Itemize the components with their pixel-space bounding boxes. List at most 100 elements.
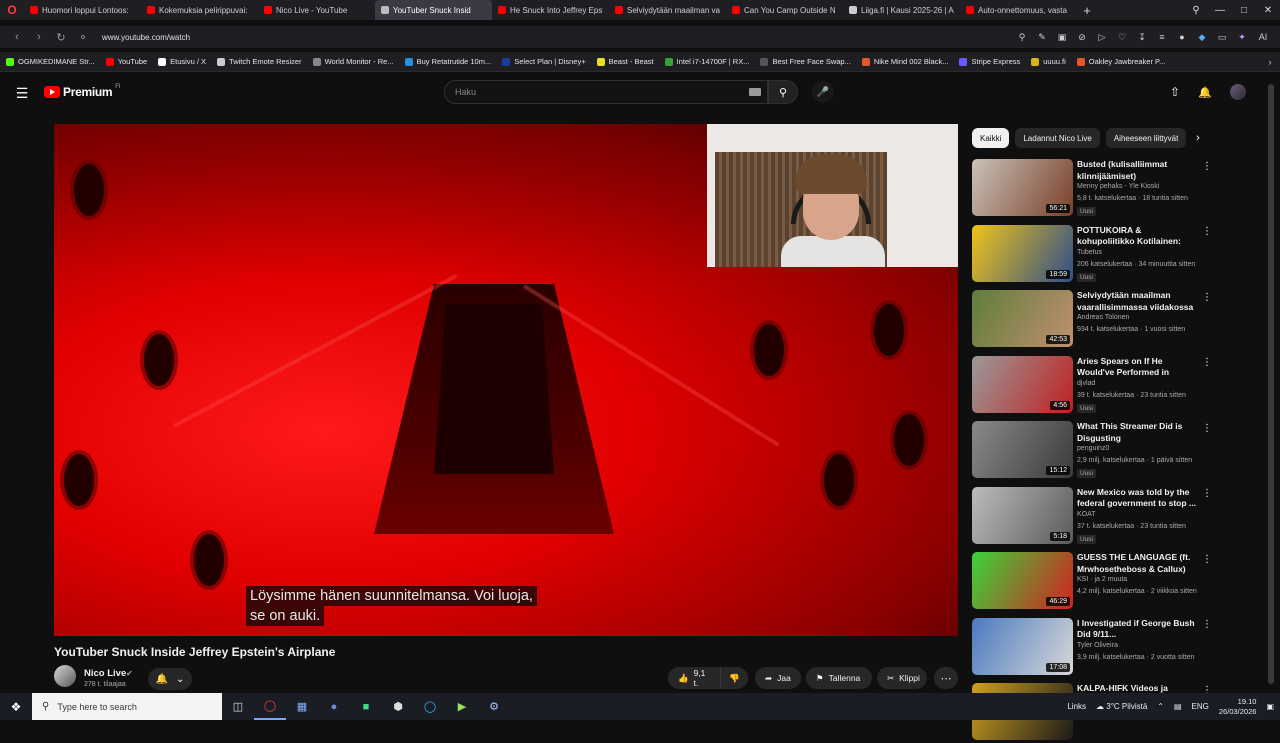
bookmark-item[interactable]: Beast - Beast [596,57,654,66]
recommendation-title[interactable]: Busted (kulisalliimmat klinnijäämiset) [1077,159,1197,182]
language-indicator[interactable]: ENG [1192,702,1209,711]
windows-start-icon[interactable]: ❖ [0,693,32,720]
hamburger-menu-icon[interactable]: ☰ [12,83,32,103]
edge-taskbar-icon[interactable]: ◯ [414,693,446,720]
browser-tab[interactable]: Nico Live - YouTube [258,0,375,20]
recommendation-item[interactable]: 18:59 POTTUKOIRA & kohupoliitikko Kotilai… [972,224,1212,285]
bookmark-item[interactable]: Oakley Jawbreaker P... [1076,57,1165,66]
chevron-right-icon[interactable]: › [1190,130,1206,146]
recommendation-channel[interactable]: Andreas Tolonen [1077,314,1129,321]
browser-tab[interactable]: He Snuck Into Jeffrey Epst [492,0,609,20]
video-player[interactable]: Löysimme hänen suunnitelmansa. Voi luoja… [54,124,958,636]
profile-icon[interactable]: ● [1172,26,1192,48]
minimize-button[interactable]: — [1208,0,1232,20]
search-tabs-icon[interactable]: ⚲ [1184,0,1208,20]
forward-button[interactable]: › [28,26,50,48]
bookmark-item[interactable]: Best Free Face Swap... [760,57,851,66]
recommendation-title[interactable]: What This Streamer Did is Disgusting [1077,421,1197,444]
bookmark-item[interactable]: Etusivu / X [158,57,206,66]
recommendation-channel[interactable]: KOAT [1077,511,1096,518]
bookmark-item[interactable]: OGMIKEDIMANE Str... [6,57,95,66]
steam-taskbar-icon[interactable]: ⚙ [478,693,510,720]
recommendation-channel[interactable]: djvlad [1077,380,1095,387]
recommendation-title[interactable]: New Mexico was told by the federal gover… [1077,487,1197,510]
url-field[interactable]: www.youtube.com/watch [102,33,190,42]
browser-tab[interactable]: Can You Camp Outside N [726,0,843,20]
recommendation-title[interactable]: POTTUKOIRA & kohupoliitikko Kotilainen: … [1077,225,1197,248]
page-scrollbar[interactable] [1268,80,1274,688]
recommendation-channel[interactable]: KSI · ja 2 muuta [1077,576,1127,583]
filter-chip[interactable]: Ladannut Nico Live [1015,128,1100,148]
notifications-bell-icon[interactable]: 🔔 [1196,83,1214,101]
bookmark-item[interactable]: Select Plan | Disney+ [502,57,586,66]
filter-chip[interactable]: Kaikki [972,128,1010,148]
filter-chip[interactable]: Aiheeseen liittyvät [1105,128,1187,148]
more-actions-button[interactable]: ⋯ [934,667,958,689]
network-icon[interactable]: ▤ [1174,702,1182,711]
recommendation-title[interactable]: Selviydytään maailman vaarallisimmassa v… [1077,290,1197,313]
recommendation-item[interactable]: 42:53 Selviydytään maailman vaarallisimma… [972,290,1212,350]
taskbar-search-box[interactable]: ⚲ Type here to search [32,693,222,720]
ai-icon[interactable]: AI [1252,26,1274,48]
recommendation-channel[interactable]: Menny pehaks - Yle Kioski [1077,183,1159,190]
close-window-button[interactable]: ✕ [1256,0,1280,20]
video-thumbnail[interactable]: 5:18 [972,486,1073,544]
video-thumbnail[interactable]: 46:29 [972,552,1073,609]
video-thumbnail[interactable]: 18:59 [972,224,1073,282]
more-vert-icon[interactable]: ⋮ [1202,290,1212,304]
subscribed-notifications-button[interactable]: 🔔 ⌄ [148,668,192,690]
search-button[interactable]: ⚲ [768,80,798,104]
more-vert-icon[interactable]: ⋮ [1202,421,1212,435]
bookmark-item[interactable]: World Monitor - Re... [312,57,394,66]
save-button[interactable]: ⚑ Tallenna [806,667,872,689]
android-taskbar-icon[interactable]: ■ [350,693,382,720]
search-input[interactable] [455,87,735,97]
back-button[interactable]: ‹ [6,26,28,48]
taskbar-clock[interactable]: 19.10 26/03/2026 [1219,697,1257,717]
opera-logo-icon[interactable]: O [0,0,24,20]
like-button[interactable]: 👍 9,1 t. [668,667,720,689]
channel-name[interactable]: Nico Live [84,668,126,679]
bookmark-item[interactable]: Intel i7-14700F | RX... [664,57,749,66]
search-box[interactable] [444,80,768,104]
recommendation-channel[interactable]: Tubetus [1077,249,1102,256]
more-vert-icon[interactable]: ⋮ [1202,552,1212,566]
video-thumbnail[interactable]: 4:56 [972,355,1073,413]
recommendation-title[interactable]: Aries Spears on If He Would've Performed… [1077,356,1197,379]
browser-tab[interactable]: Liiga.fi | Kausi 2025-26 | A [843,0,960,20]
recommendation-item[interactable]: 46:29 GUESS THE LANGUAGE (ft. Mrwhosetheb… [972,552,1212,612]
spreadsheet-taskbar-icon[interactable]: ▦ [286,693,318,720]
browser-tab[interactable]: Kokemuksia pelirippuvai: [141,0,258,20]
tray-chevron-up-icon[interactable]: ⌃ [1157,702,1164,711]
bookmark-item[interactable]: Twitch Emote Resizer [217,57,302,66]
menu-lines-icon[interactable]: ≡ [1152,26,1172,48]
zoom-icon[interactable]: ⚲ [1012,26,1032,48]
more-vert-icon[interactable]: ⋮ [1202,356,1212,370]
reload-button[interactable]: ↻ [50,26,72,48]
recommendation-item[interactable]: 15:12 What This Streamer Did is Disgustin… [972,421,1212,481]
dislike-button[interactable]: 👎 [720,667,748,689]
share-button[interactable]: ➦ Jaa [755,667,801,689]
more-vert-icon[interactable]: ⋮ [1202,225,1212,239]
browser-tab[interactable]: Selviydytään maailman va [609,0,726,20]
bookmark-item[interactable]: uuuu.fi [1031,57,1066,66]
more-vert-icon[interactable]: ⋮ [1202,618,1212,632]
bookmark-item[interactable]: Stripe Express [959,57,1020,66]
browser-tab[interactable]: YouTuber Snuck Insid [375,0,492,20]
bookmark-item[interactable]: Nike Mind 002 Black... [861,57,948,66]
extension-icon[interactable]: ◆ [1192,26,1212,48]
snapshot-icon[interactable]: ▣ [1052,26,1072,48]
links-toolbar[interactable]: Links [1067,702,1086,711]
scrollbar-thumb[interactable] [1268,84,1274,684]
keyboard-icon[interactable] [749,88,761,96]
weather-widget[interactable]: ☁ 3°C Pilvistä [1096,702,1147,711]
recommendation-item[interactable]: 5:18 New Mexico was told by the federal g… [972,486,1212,547]
more-vert-icon[interactable]: ⋮ [1202,487,1212,501]
clip-button[interactable]: ✂ Klippi [877,667,927,689]
maximize-button[interactable]: □ [1232,0,1256,20]
recommendation-item[interactable]: 17:08 I Investigated if George Bush Did 9… [972,617,1212,678]
recommendation-channel[interactable]: Tyler Oliveira [1077,642,1118,649]
recommendation-title[interactable]: GUESS THE LANGUAGE (ft. Mrwhosetheboss &… [1077,552,1197,575]
browser-tab[interactable]: Huomori loppui Lontoos: [24,0,141,20]
cube-icon[interactable]: ▭ [1212,26,1232,48]
